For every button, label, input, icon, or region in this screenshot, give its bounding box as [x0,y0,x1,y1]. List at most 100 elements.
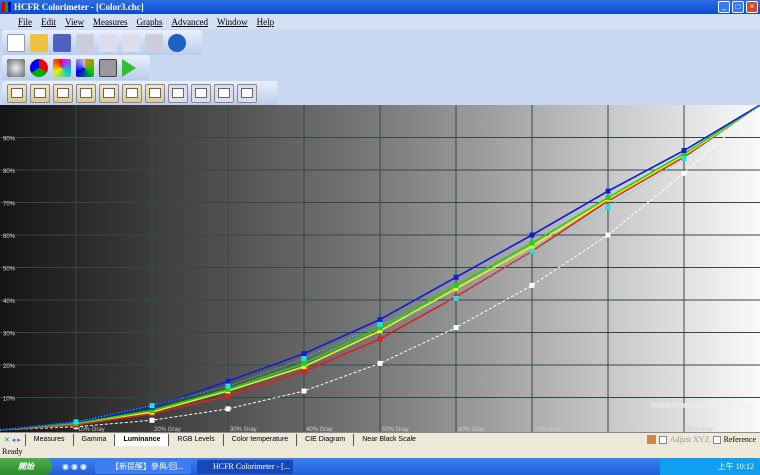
menu-view[interactable]: View [65,17,84,27]
print-icon[interactable] [145,33,163,52]
graph-color-temp-icon[interactable] [99,84,119,103]
data-point [225,383,231,389]
quick-launch-icons[interactable]: ◉◉◉ [62,462,89,471]
tab-gamma[interactable]: Gamma [72,433,115,446]
data-point [605,204,611,210]
window-title: HCFR Colorimeter - [Color3.chc] [14,2,144,12]
tab-scroll-arrows[interactable]: ✕ ◂ ▸ [0,436,25,444]
minimize-button[interactable]: _ [718,1,730,13]
graph-cie-icon[interactable] [122,84,142,103]
adjust-xyz-checkbox[interactable] [658,435,667,444]
menu-help[interactable]: Help [257,17,275,27]
taskbar: 開始 ◉◉◉ 【新提醒】參與/回... HCFR Colorimeter - [… [0,458,760,475]
y-tick-label: 30% [3,332,16,338]
y-tick-label: 70% [3,202,16,208]
data-point [301,388,307,394]
tab-measures[interactable]: Measures [24,433,73,446]
data-point [377,336,383,342]
data-point [225,393,231,399]
graph-tabs: ✕ ◂ ▸ Measures Gamma Luminance RGB Level… [0,432,760,446]
data-point [225,378,231,384]
data-point [149,417,155,423]
tab-color-temperature[interactable]: Color temperature [222,433,296,446]
save-icon[interactable] [53,33,71,52]
rgb-measure-icon[interactable] [30,58,48,77]
data-point [605,195,611,201]
data-point [225,406,231,412]
data-point [73,419,79,425]
graph-near-black-icon[interactable] [145,84,165,103]
data-point [377,360,383,366]
data-point [301,360,307,366]
data-point [605,232,611,238]
graph-saturation-de-icon[interactable] [237,84,257,103]
graph-gamma-icon[interactable] [30,84,50,103]
options-icon [646,435,656,444]
y-tick-label: 50% [3,267,16,273]
tab-cie-diagram[interactable]: CIE Diagram [296,433,353,446]
clock: 上午 10:12 [717,462,754,471]
graph-saturation-shift-icon[interactable] [214,84,234,103]
y-tick-label: 20% [3,364,16,370]
data-point [681,156,687,162]
menu-advanced[interactable]: Advanced [171,17,207,27]
data-point [301,356,307,361]
data-point [529,240,535,246]
y-tick-label: 80% [3,169,16,175]
tab-near-black-scale[interactable]: Near Black Scale [353,433,424,446]
data-point [301,369,307,374]
play-icon[interactable] [122,58,136,77]
y-tick-label: 10% [3,397,16,403]
y-tick-label: 90% [3,137,16,143]
menu-bar: File Edit View Measures Graphs Advanced … [0,14,760,29]
data-point [529,232,535,238]
all-colors-icon[interactable] [76,58,94,77]
data-point [681,170,687,176]
cut-icon[interactable] [76,33,94,52]
reference-checkbox[interactable] [712,435,721,444]
adjust-xyz-label: Adjust XYZ [669,435,710,444]
menu-edit[interactable]: Edit [41,17,56,27]
graph-luminance-icon[interactable] [53,84,73,103]
new-icon[interactable] [7,33,25,52]
taskbar-item-browser[interactable]: 【新提醒】參與/回... [94,459,191,474]
open-icon[interactable] [30,33,48,52]
graph-saturation-lum-icon[interactable] [191,84,211,103]
saturation-measure-icon[interactable] [53,58,71,77]
data-point [377,317,383,322]
standard-toolbar [2,30,202,55]
menu-window[interactable]: Window [217,17,248,27]
status-text: Ready [2,447,23,456]
menu-file[interactable]: File [18,17,32,27]
data-point [301,351,307,357]
menu-measures[interactable]: Measures [93,17,128,27]
gray-measure-icon[interactable] [7,58,25,77]
app-logo-icon [2,2,11,12]
graph-rgb-levels-icon[interactable] [76,84,96,103]
maximize-button[interactable]: □ [732,1,744,13]
data-point [453,295,459,301]
graph-measures-icon[interactable] [7,84,27,103]
copy-icon[interactable] [99,33,117,52]
taskbar-item-hcfr[interactable]: HCFR Colorimeter - [... [196,459,293,474]
menu-graphs[interactable]: Graphs [136,17,162,27]
data-point [529,248,535,254]
status-bar: Ready [0,446,760,458]
luminance-chart: 10%10% Gray20%20% Gray30%30% Gray40%40% … [0,105,760,432]
watermark: www.homecinema-fr.com [650,400,752,410]
close-button[interactable]: × [746,1,758,13]
camera-icon[interactable] [99,58,117,77]
data-point [605,188,611,194]
start-button[interactable]: 開始 [0,458,52,475]
data-point [453,274,459,280]
y-tick-label: 60% [3,234,16,240]
help-icon[interactable] [168,33,186,52]
paste-icon[interactable] [122,33,140,52]
tab-rgb-levels[interactable]: RGB Levels [168,433,222,446]
tab-luminance[interactable]: Luminance [114,433,169,446]
data-point [681,148,687,153]
system-tray: 上午 10:12 [660,458,760,475]
data-point [453,282,459,288]
graph-near-white-icon[interactable] [168,84,188,103]
data-point [149,403,155,409]
